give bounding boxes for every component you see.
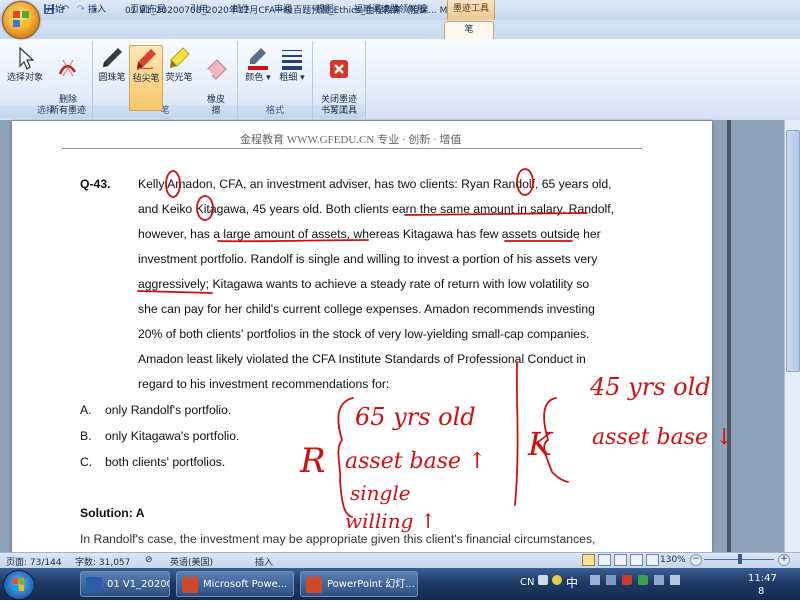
tray-ime[interactable]: 中 — [566, 574, 578, 591]
office-logo-icon — [13, 11, 29, 27]
question-line: however, has a large amount of assets, w… — [138, 227, 601, 241]
draft-icon[interactable] — [645, 554, 659, 566]
proofing-icon[interactable]: ⊘ — [145, 555, 153, 565]
answer-text: only Kitagawa's portfolio. — [105, 429, 240, 443]
line-thickness-icon — [282, 50, 302, 70]
close-ink-tools-button[interactable]: 关闭墨迹 书写工具 — [315, 45, 363, 117]
status-insert-mode[interactable]: 插入 — [255, 555, 273, 568]
view-buttons[interactable] — [582, 554, 659, 569]
header-rule — [62, 148, 642, 149]
taskbar-item-powerpoint[interactable]: Microsoft Powe... — [176, 571, 294, 597]
tray-icon[interactable] — [606, 575, 616, 585]
powerpoint-icon — [182, 577, 198, 593]
highlighter-icon — [170, 47, 190, 68]
tray-icon[interactable] — [622, 575, 632, 585]
question-line: she can pay for her child's current coll… — [138, 302, 595, 316]
ime-icon[interactable] — [552, 575, 562, 585]
zoom-out-icon[interactable]: − — [690, 554, 702, 566]
web-layout-icon[interactable] — [613, 554, 627, 566]
print-layout-icon[interactable] — [582, 554, 595, 566]
windows-logo-icon — [13, 578, 24, 591]
group-format-label: 格式 — [238, 105, 312, 118]
tab-foxit[interactable]: 福昕阅读器领鲜版 — [348, 3, 432, 19]
taskbar-item-slideshow[interactable]: PowerPoint 幻灯... — [300, 571, 418, 597]
tray-icon[interactable] — [638, 575, 648, 585]
thickness-button[interactable]: 粗细 ▾ — [276, 45, 308, 84]
page-header: 金程教育 WWW.GFEDU.CN 专业 · 创新 · 增值 — [240, 134, 462, 146]
tray-language[interactable]: CN — [520, 577, 534, 588]
tray-icon[interactable] — [590, 575, 600, 585]
network-icon[interactable] — [654, 575, 664, 585]
question-line: regard to his investment recommendations… — [138, 377, 390, 391]
arrow-pointer-icon — [19, 46, 35, 70]
thickness-dropdown-icon: ▾ — [297, 73, 305, 83]
ribbon-tab-row — [0, 20, 800, 39]
solution-text-line: In Randolf's case, the investment may be… — [80, 532, 596, 546]
answer-letter: A. — [80, 403, 92, 417]
question-line: investment portfolio. Randolf is single … — [138, 252, 598, 266]
zoom-slider-thumb[interactable] — [738, 554, 742, 564]
zoom-in-icon[interactable]: + — [778, 554, 790, 566]
status-page[interactable]: 页面: 73/144 — [6, 555, 62, 568]
office-button[interactable] — [2, 1, 40, 39]
word-icon — [86, 577, 102, 593]
delete-all-ink-button[interactable]: 删除 所有墨迹 — [46, 45, 90, 117]
tab-pen[interactable]: 笔 — [444, 21, 494, 40]
tab-review[interactable]: 审阅 — [268, 3, 298, 19]
clock-time[interactable]: 11:47 — [748, 573, 777, 584]
tab-mailings[interactable]: 邮件 — [226, 3, 256, 19]
felt-tip-pen-icon — [136, 49, 156, 71]
tab-references[interactable]: 引用 — [184, 3, 214, 19]
tab-view[interactable]: 视图 — [310, 3, 340, 19]
question-line: Amadon least likely violated the CFA Ins… — [138, 352, 586, 366]
color-button[interactable]: 颜色 ▾ — [242, 45, 274, 84]
eraser-button[interactable]: 橡皮 擦 — [200, 45, 232, 117]
slideshow-icon — [306, 577, 322, 593]
question-line: Kelly Amadon, CFA, an investment adviser… — [138, 177, 612, 191]
close-icon — [330, 60, 348, 78]
delete-ink-icon — [58, 59, 77, 77]
solution-label: Solution: A — [80, 506, 145, 520]
question-line: and Keiko Kitagawa, 45 years old. Both c… — [138, 202, 615, 216]
ink-tools-context-label: 墨迹工具 — [447, 0, 495, 20]
tab-insert[interactable]: 插入 — [82, 3, 112, 19]
tab-home[interactable]: 开始 — [40, 3, 70, 19]
zoom-level[interactable]: 130% — [660, 555, 686, 565]
volume-icon[interactable] — [670, 575, 680, 585]
answer-text: only Randolf's portfolio. — [105, 403, 232, 417]
status-word-count[interactable]: 字数: 31,057 — [75, 555, 130, 568]
ballpoint-pen-icon — [103, 48, 122, 67]
answer-text: both clients' portfolios. — [105, 455, 226, 469]
full-screen-icon[interactable] — [597, 554, 611, 566]
felt-tip-pen-button[interactable]: 毡尖笔 — [129, 45, 163, 111]
start-button[interactable] — [3, 570, 35, 600]
select-objects-button[interactable]: 选择对象 — [4, 45, 46, 84]
tab-page-layout[interactable]: 页面布局 — [124, 3, 172, 19]
pen-color-icon — [248, 48, 268, 70]
taskbar-item-word[interactable]: 01 V1_20200708... — [80, 571, 170, 597]
outline-icon[interactable] — [629, 554, 643, 566]
eraser-icon — [206, 59, 227, 80]
page-divider — [727, 120, 731, 552]
question-number: Q-43. — [80, 177, 111, 191]
question-line: aggressively; Kitagawa wants to achieve … — [138, 277, 590, 291]
highlighter-button[interactable]: 荧光笔 — [163, 45, 195, 84]
keyboard-icon[interactable] — [538, 575, 548, 585]
status-language[interactable]: 英语(美国) — [170, 555, 213, 568]
answer-letter: B. — [80, 429, 92, 443]
clock-date[interactable]: 8 — [758, 586, 764, 597]
question-line: 20% of both clients' portfolios in the s… — [138, 327, 590, 341]
ballpoint-pen-button[interactable]: 圆珠笔 — [96, 45, 128, 84]
answer-letter: C. — [80, 455, 93, 469]
scrollbar-thumb[interactable] — [786, 130, 800, 372]
color-dropdown-icon: ▾ — [263, 73, 271, 83]
